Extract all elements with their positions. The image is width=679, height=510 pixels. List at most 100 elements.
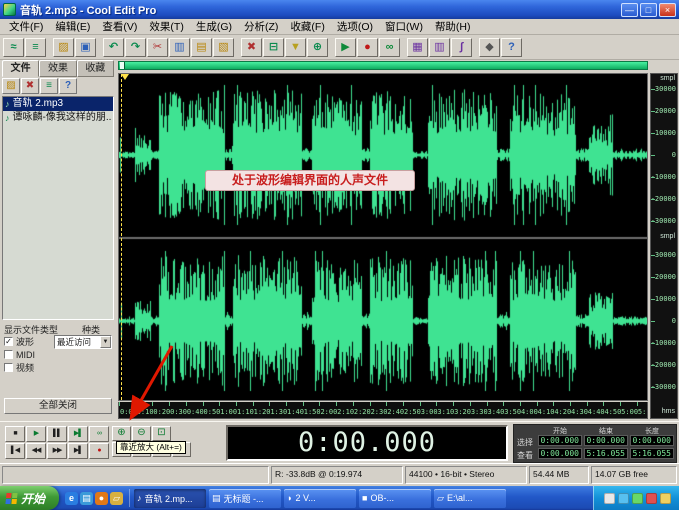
filetype-checkbox-row[interactable]: 视频 <box>4 361 35 374</box>
mix-paste-button[interactable]: ▧ <box>213 38 234 57</box>
undo-button[interactable]: ↶ <box>103 38 124 57</box>
menu-item[interactable]: 收藏(F) <box>284 19 330 34</box>
menu-item[interactable]: 分析(Z) <box>238 19 284 34</box>
settings-tool-button[interactable]: ◆ <box>479 38 500 57</box>
rewind-button[interactable]: ◀◀ <box>26 443 46 459</box>
close-button[interactable]: × <box>659 3 676 17</box>
menu-item[interactable]: 效果(T) <box>143 19 189 34</box>
zoom-tool-button[interactable]: ⊕ <box>307 38 328 57</box>
play-tool-button[interactable]: ▶ <box>335 38 356 57</box>
sort-dropdown[interactable]: 最近访问 ▼ <box>54 335 112 349</box>
time-field[interactable]: 0:00.000 <box>538 448 582 459</box>
open-file-small-button[interactable]: ▨ <box>2 78 20 94</box>
stop-button[interactable]: ■ <box>5 426 25 442</box>
ie-icon[interactable]: e <box>65 492 78 505</box>
messenger-icon[interactable] <box>632 493 643 504</box>
record-tool-button[interactable]: ● <box>357 38 378 57</box>
cut-button[interactable]: ✂ <box>147 38 168 57</box>
fast-forward-button[interactable]: ▶▶ <box>47 443 67 459</box>
task-button[interactable]: ■OB-... <box>359 489 431 508</box>
close-file-small-button[interactable]: ✖ <box>21 78 39 94</box>
file-info-small-button[interactable]: ? <box>59 78 77 94</box>
loop-tool-button[interactable]: ∞ <box>379 38 400 57</box>
task-button[interactable]: ◗2 V... <box>284 489 356 508</box>
task-button[interactable]: ♪音轨 2.mp... <box>134 489 206 508</box>
time-field[interactable]: 0:00.000 <box>584 435 628 446</box>
checkbox-icon[interactable] <box>4 363 13 372</box>
waveform-display[interactable]: 处于波形编辑界面的人声文件 <box>118 73 648 401</box>
task-button[interactable]: ▱E:\al... <box>434 489 506 508</box>
menu-item[interactable]: 生成(G) <box>190 19 238 34</box>
overview-position-marker[interactable] <box>120 62 125 69</box>
menu-item[interactable]: 帮助(H) <box>429 19 477 34</box>
title-bar[interactable]: 音轨 2.mp3 - Cool Edit Pro — □ × <box>0 0 679 19</box>
dropdown-arrow-icon[interactable]: ▼ <box>100 336 111 348</box>
go-to-start-button[interactable]: ▌◀ <box>5 443 25 459</box>
minimize-button[interactable]: — <box>621 3 638 17</box>
play-to-end-button[interactable]: ▶▌ <box>68 426 88 442</box>
save-file-button[interactable]: ▣ <box>75 38 96 57</box>
wave-edit-view-button[interactable]: ≈ <box>3 38 24 57</box>
checkbox-icon[interactable]: ✓ <box>4 337 13 346</box>
checkbox-icon[interactable] <box>4 350 13 359</box>
filetype-checkbox-row[interactable]: MIDI <box>4 348 35 361</box>
antivirus-icon[interactable] <box>646 493 657 504</box>
menu-item[interactable]: 编辑(E) <box>49 19 96 34</box>
volume-icon[interactable] <box>604 493 615 504</box>
menu-item[interactable]: 选项(O) <box>331 19 379 34</box>
zoom-full-button[interactable]: ⊡ <box>152 426 171 441</box>
playhead-handle[interactable] <box>121 74 129 80</box>
organizer-tab[interactable]: 文件 <box>2 60 39 77</box>
start-button[interactable]: 开始 <box>0 486 59 510</box>
paste-button[interactable]: ▤ <box>191 38 212 57</box>
time-field[interactable]: 0:00.000 <box>630 435 674 446</box>
eq-tool-button[interactable]: ▥ <box>429 38 450 57</box>
network-icon[interactable] <box>618 493 629 504</box>
spectral-view-button[interactable]: ▦ <box>407 38 428 57</box>
menu-item[interactable]: 文件(F) <box>3 19 49 34</box>
time-field[interactable]: 0:00.000 <box>538 435 582 446</box>
play-button[interactable]: ▶ <box>26 426 46 442</box>
overview-scrollbar[interactable] <box>118 61 648 70</box>
timeline-ruler[interactable]: 0:000:100:200:300:400:501:001:101:201:30… <box>118 402 648 419</box>
go-to-end-button[interactable]: ▶▌ <box>68 443 88 459</box>
menu-item[interactable]: 窗口(W) <box>379 19 429 34</box>
help-tool-button[interactable]: ? <box>501 38 522 57</box>
file-list[interactable]: ♪音轨 2.mp3♪谭咏麟-像我这样的朋.. <box>2 96 114 320</box>
open-file-button[interactable]: ▨ <box>53 38 74 57</box>
maximize-button[interactable]: □ <box>640 3 657 17</box>
task-label: OB-... <box>370 493 394 503</box>
amplitude-ruler[interactable]: smpl smpl hms 3000020000100000-10000-200… <box>650 73 678 419</box>
show-desktop-icon[interactable]: ▤ <box>80 492 93 505</box>
time-field[interactable]: 5:16.055 <box>630 448 674 459</box>
folder-icon[interactable]: ▱ <box>110 492 123 505</box>
pause-button[interactable]: ▌▌ <box>47 426 67 442</box>
zoom-in-button[interactable]: ⊕ <box>112 426 131 441</box>
waveform-canvas[interactable] <box>119 74 647 400</box>
filetype-checkbox-row[interactable]: ✓波形 <box>4 335 35 348</box>
clock-icon[interactable] <box>660 493 671 504</box>
file-item[interactable]: ♪音轨 2.mp3 <box>3 97 113 111</box>
insert-multitrack-small-button[interactable]: ≡ <box>40 78 58 94</box>
copy-button[interactable]: ▥ <box>169 38 190 57</box>
organizer-tab[interactable]: 收藏 <box>77 60 114 77</box>
close-all-button[interactable]: 全部关闭 <box>4 398 112 414</box>
play-loop-button[interactable]: ∞ <box>89 426 109 442</box>
organizer-tab[interactable]: 效果 <box>39 60 76 77</box>
media-player-icon[interactable]: ● <box>95 492 108 505</box>
delete-button[interactable]: ✖ <box>241 38 262 57</box>
time-field[interactable]: 5:16.055 <box>584 448 628 459</box>
file-item[interactable]: ♪谭咏麟-像我这样的朋.. <box>3 111 113 125</box>
trim-button[interactable]: ⊟ <box>263 38 284 57</box>
marker-button[interactable]: ▼ <box>285 38 306 57</box>
task-button[interactable]: ▤无标题 -... <box>209 489 281 508</box>
record-button[interactable]: ● <box>89 443 109 459</box>
menu-item[interactable]: 查看(V) <box>96 19 143 34</box>
redo-button[interactable]: ↷ <box>125 38 146 57</box>
analyze-tool-button[interactable]: ∫ <box>451 38 472 57</box>
multitrack-view-button[interactable]: ≡ <box>25 38 46 57</box>
timeline-tick <box>487 402 488 406</box>
zoom-out-button[interactable]: ⊖ <box>132 426 151 441</box>
timeline-tick <box>403 402 404 406</box>
playhead-cursor[interactable] <box>121 74 122 400</box>
